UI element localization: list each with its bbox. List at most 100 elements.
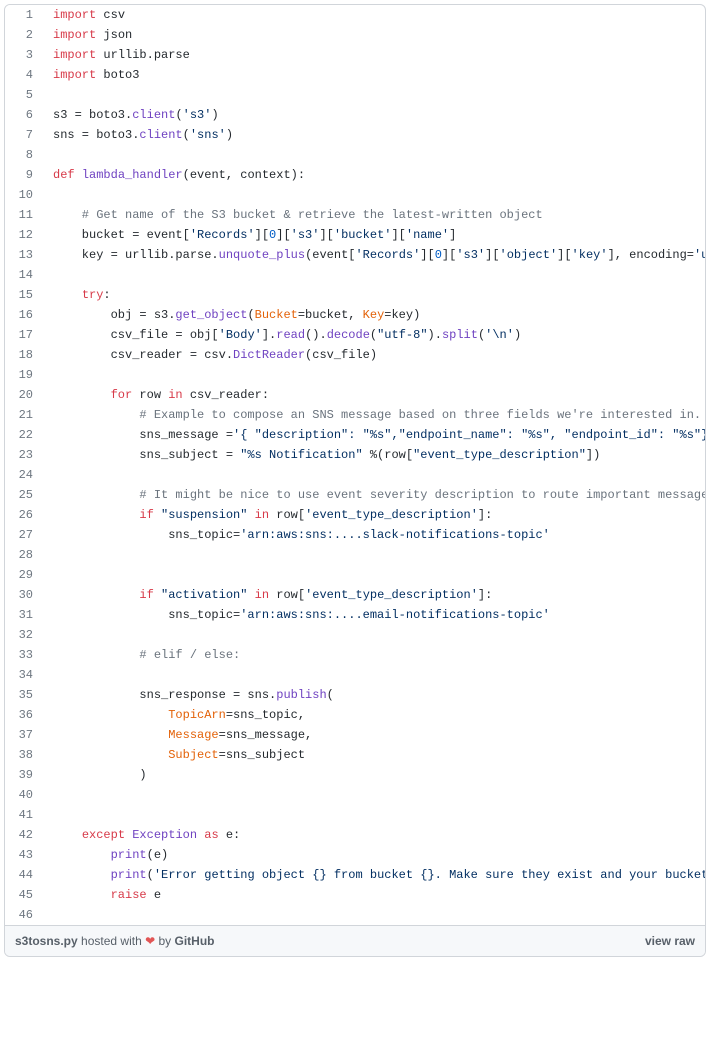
code-line	[43, 625, 705, 645]
code-line: sns_subject = "%s Notification" %(row["e…	[43, 445, 705, 465]
code-line: import csv	[43, 5, 705, 25]
line-number[interactable]: 8	[5, 145, 43, 165]
line-number[interactable]: 24	[5, 465, 43, 485]
code-line	[43, 905, 705, 925]
gist-filename-link[interactable]: s3tosns.py	[15, 934, 78, 948]
line-number[interactable]: 39	[5, 765, 43, 785]
code-line: csv_file = obj['Body'].read().decode("ut…	[43, 325, 705, 345]
line-number[interactable]: 33	[5, 645, 43, 665]
code-line: try:	[43, 285, 705, 305]
gist-container: 1import csv 2import json 3import urllib.…	[4, 4, 706, 957]
code-line: key = urllib.parse.unquote_plus(event['R…	[43, 245, 705, 265]
line-number[interactable]: 14	[5, 265, 43, 285]
line-number[interactable]: 34	[5, 665, 43, 685]
github-link[interactable]: GitHub	[174, 934, 214, 948]
code-line: # It might be nice to use event severity…	[43, 485, 705, 505]
line-number[interactable]: 2	[5, 25, 43, 45]
line-number[interactable]: 36	[5, 705, 43, 725]
line-number[interactable]: 13	[5, 245, 43, 265]
code-line	[43, 665, 705, 685]
code-line: # elif / else:	[43, 645, 705, 665]
by-text: by	[155, 934, 174, 948]
code-line: Subject=sns_subject	[43, 745, 705, 765]
code-line	[43, 265, 705, 285]
hosted-text: hosted with	[78, 934, 145, 948]
code-line	[43, 365, 705, 385]
code-line: def lambda_handler(event, context):	[43, 165, 705, 185]
line-number[interactable]: 44	[5, 865, 43, 885]
code-line: except Exception as e:	[43, 825, 705, 845]
line-number[interactable]: 10	[5, 185, 43, 205]
line-number[interactable]: 21	[5, 405, 43, 425]
line-number[interactable]: 42	[5, 825, 43, 845]
line-number[interactable]: 26	[5, 505, 43, 525]
line-number[interactable]: 11	[5, 205, 43, 225]
line-number[interactable]: 20	[5, 385, 43, 405]
code-line: sns_message ='{ "description": "%s","end…	[43, 425, 705, 445]
code-line	[43, 805, 705, 825]
code-line: csv_reader = csv.DictReader(csv_file)	[43, 345, 705, 365]
line-number[interactable]: 4	[5, 65, 43, 85]
code-line: bucket = event['Records'][0]['s3']['buck…	[43, 225, 705, 245]
code-line: # Get name of the S3 bucket & retrieve t…	[43, 205, 705, 225]
code-line: s3 = boto3.client('s3')	[43, 105, 705, 125]
code-line: TopicArn=sns_topic,	[43, 705, 705, 725]
line-number[interactable]: 43	[5, 845, 43, 865]
line-number[interactable]: 23	[5, 445, 43, 465]
line-number[interactable]: 22	[5, 425, 43, 445]
code-line: sns_response = sns.publish(	[43, 685, 705, 705]
code-line	[43, 85, 705, 105]
line-number[interactable]: 29	[5, 565, 43, 585]
code-line	[43, 145, 705, 165]
line-number[interactable]: 25	[5, 485, 43, 505]
line-number[interactable]: 3	[5, 45, 43, 65]
code-line: )	[43, 765, 705, 785]
code-line	[43, 185, 705, 205]
code-line: import boto3	[43, 65, 705, 85]
line-number[interactable]: 15	[5, 285, 43, 305]
line-number[interactable]: 5	[5, 85, 43, 105]
code-line	[43, 545, 705, 565]
code-line: sns_topic='arn:aws:sns:....slack-notific…	[43, 525, 705, 545]
line-number[interactable]: 7	[5, 125, 43, 145]
code-table: 1import csv 2import json 3import urllib.…	[5, 5, 705, 925]
code-line: if "suspension" in row['event_type_descr…	[43, 505, 705, 525]
line-number[interactable]: 31	[5, 605, 43, 625]
line-number[interactable]: 45	[5, 885, 43, 905]
code-line: sns_topic='arn:aws:sns:....email-notific…	[43, 605, 705, 625]
code-line: obj = s3.get_object(Bucket=bucket, Key=k…	[43, 305, 705, 325]
line-number[interactable]: 30	[5, 585, 43, 605]
code-line: import json	[43, 25, 705, 45]
line-number[interactable]: 32	[5, 625, 43, 645]
line-number[interactable]: 12	[5, 225, 43, 245]
line-number[interactable]: 6	[5, 105, 43, 125]
line-number[interactable]: 28	[5, 545, 43, 565]
code-line: Message=sns_message,	[43, 725, 705, 745]
line-number[interactable]: 9	[5, 165, 43, 185]
line-number[interactable]: 18	[5, 345, 43, 365]
gist-meta: s3tosns.py hosted with ❤ by GitHub view …	[5, 925, 705, 956]
line-number[interactable]: 37	[5, 725, 43, 745]
line-number[interactable]: 19	[5, 365, 43, 385]
line-number[interactable]: 46	[5, 905, 43, 925]
code-line: print('Error getting object {} from buck…	[43, 865, 705, 885]
line-number[interactable]: 38	[5, 745, 43, 765]
code-area[interactable]: 1import csv 2import json 3import urllib.…	[5, 5, 705, 925]
code-line: sns = boto3.client('sns')	[43, 125, 705, 145]
line-number[interactable]: 17	[5, 325, 43, 345]
code-line	[43, 465, 705, 485]
line-number[interactable]: 16	[5, 305, 43, 325]
line-number[interactable]: 1	[5, 5, 43, 25]
code-line: raise e	[43, 885, 705, 905]
line-number[interactable]: 35	[5, 685, 43, 705]
line-number[interactable]: 40	[5, 785, 43, 805]
code-line: # Example to compose an SNS message base…	[43, 405, 705, 425]
line-number[interactable]: 41	[5, 805, 43, 825]
code-line: import urllib.parse	[43, 45, 705, 65]
heart-icon: ❤	[145, 934, 155, 948]
line-number[interactable]: 27	[5, 525, 43, 545]
code-line: print(e)	[43, 845, 705, 865]
gist-filename-area: s3tosns.py hosted with ❤ by GitHub	[15, 934, 214, 948]
view-raw-link[interactable]: view raw	[645, 934, 695, 948]
code-line: if "activation" in row['event_type_descr…	[43, 585, 705, 605]
